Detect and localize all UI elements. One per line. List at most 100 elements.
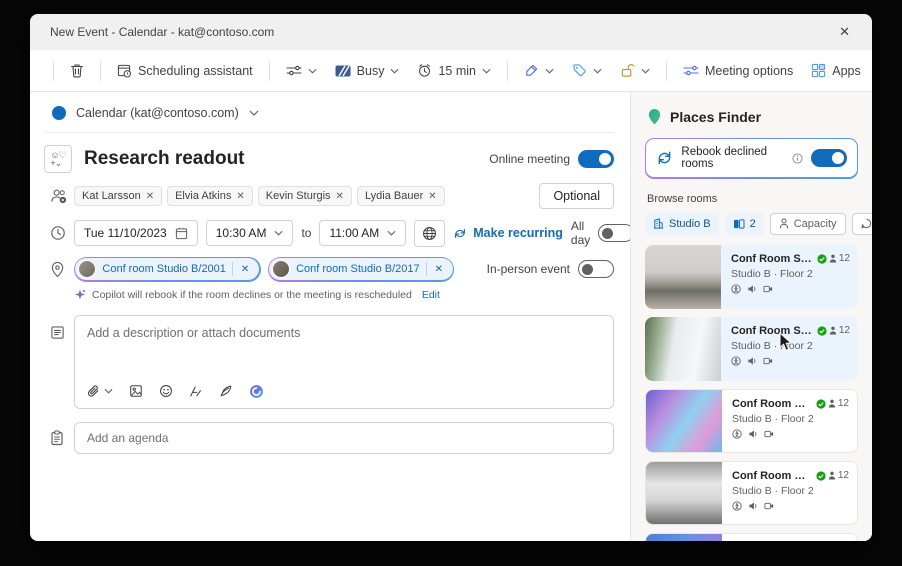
speaker-icon [748,501,758,511]
room-name: Conf Room Studio B/2013 [732,469,812,482]
toolbar-divider [506,60,508,81]
filter-label: Studio B [669,217,711,230]
browse-rooms-label: Browse rooms [647,192,718,205]
date-value: Tue 11/10/2023 [84,226,167,240]
room-card[interactable]: Conf Room Studio B/2013 12 Studio B · Fl… [645,460,858,525]
screen: New Event - Calendar - kat@contoso.com ✕… [0,0,902,566]
categorize-button[interactable] [565,58,609,83]
room-photo [646,389,722,452]
permissions-button[interactable] [613,58,657,83]
room-location: Studio B · Floor 2 [731,267,813,280]
mouse-cursor [779,332,793,352]
room-card[interactable]: Conf Room Studio B/3291 12 [645,532,858,541]
copilot-button[interactable] [249,384,264,399]
attendee-chip[interactable]: Lydia Bauer ✕ [356,186,445,206]
toolbar-divider [665,60,667,81]
scheduling-assistant-button[interactable]: Scheduling assistant [110,58,260,83]
room-location: Studio B · Floor 2 [732,484,814,497]
location-name: Conf room Studio B/2017 [296,263,420,276]
available-check-icon [816,399,826,409]
emoji-button[interactable] [159,384,173,398]
formatting-pen-button[interactable] [189,385,203,398]
to-label: to [301,226,312,240]
online-meeting-toggle[interactable] [578,150,614,168]
room-capacity: 12 [837,470,849,482]
room-filter-bar: Studio B 2 Capacity [645,212,872,235]
location-chip[interactable]: Conf room Studio B/2001 ✕ [74,257,261,282]
insert-image-button[interactable] [129,384,143,398]
location-name: Conf room Studio B/2001 [102,263,226,276]
calendar-selector[interactable]: Calendar (kat@contoso.com) [44,92,614,133]
room-photo [646,533,722,541]
filter-floor[interactable]: 2 [724,212,764,235]
speaker-icon [748,429,758,439]
remove-attendee-icon[interactable]: ✕ [428,191,436,202]
chip-divider [425,262,427,277]
timezone-button[interactable] [414,219,446,247]
room-capacity: 12 [838,325,850,337]
room-card[interactable]: Conf Room Studio B/2001 12 Studio B · Fl… [645,244,858,309]
apps-button[interactable]: Apps [804,58,868,83]
scheduling-assistant-label: Scheduling assistant [138,63,253,78]
remove-attendee-icon[interactable]: ✕ [146,191,154,202]
remove-location-icon[interactable]: ✕ [239,264,251,275]
room-card[interactable]: Conf Room Studio B/2030 12 Studio B · Fl… [645,388,858,453]
in-person-event-toggle[interactable] [578,260,614,279]
event-emoji-picker-button[interactable]: ☺♡ +⌄ [44,145,72,173]
attendee-chip[interactable]: Kat Larsson ✕ [74,186,163,206]
edit-rebook-link[interactable]: Edit [422,289,440,301]
end-time-select[interactable]: 11:00 AM [319,220,407,246]
show-as-busy-button[interactable]: Busy [328,59,407,83]
chevron-down-icon [104,389,113,394]
quill-draft-button[interactable] [219,384,233,398]
reminder-label: 15 min [438,63,476,78]
tag-icon [572,63,587,78]
filter-features[interactable]: Features [851,212,872,235]
places-finder-title: Places Finder [670,109,762,125]
remove-attendee-icon[interactable]: ✕ [236,191,244,202]
places-finder-panel: Places Finder Rebook declined rooms Brow… [630,92,872,541]
filter-building[interactable]: Studio B [645,212,719,235]
trash-icon [70,63,84,78]
filter-label: 2 [749,217,756,230]
all-day-toggle[interactable] [598,224,630,242]
end-time-value: 11:00 AM [329,226,380,240]
accessible-icon [732,429,742,439]
filter-capacity[interactable]: Capacity [769,212,846,235]
reminder-button[interactable]: 15 min [410,58,498,83]
room-capacity: 12 [837,398,849,410]
attach-file-button[interactable] [87,384,113,399]
location-chip[interactable]: Conf room Studio B/2017 ✕ [267,257,455,282]
event-form: Calendar (kat@contoso.com) ☺♡ +⌄ Research… [30,92,630,541]
chevron-down-icon [387,230,396,236]
delete-button[interactable] [63,58,91,83]
remove-location-icon[interactable]: ✕ [433,264,445,275]
lock-open-icon [620,63,635,78]
make-recurring-link[interactable]: Make recurring [453,226,563,240]
accessible-icon [731,284,741,294]
optional-attendees-button[interactable]: Optional [539,183,614,209]
attendee-chip[interactable]: Kevin Sturgis ✕ [257,186,352,206]
busy-status-icon [335,65,351,77]
room-thumbnail [272,260,291,279]
rebook-declined-rooms-toggle[interactable] [810,149,847,168]
response-options-button[interactable] [279,59,324,82]
calendar-icon[interactable] [175,227,188,240]
room-card[interactable]: Conf Room Studio B/2005 12 Studio B · Fl… [645,316,858,381]
close-window-button[interactable]: ✕ [831,22,858,42]
agenda-input[interactable] [74,421,614,454]
apps-grid-icon [811,63,826,78]
sensitivity-button[interactable] [517,58,561,83]
event-title-input[interactable]: Research readout [84,148,477,170]
description-editor [74,314,614,409]
description-input[interactable] [75,315,613,372]
remove-attendee-icon[interactable]: ✕ [336,191,344,202]
attendee-chip[interactable]: Elvia Atkins ✕ [167,186,253,206]
meeting-options-button[interactable]: Meeting options [676,59,800,83]
busy-label: Busy [356,63,385,78]
description-icon [44,315,74,340]
calendar-clock-icon [117,63,132,78]
date-picker-field[interactable]: Tue 11/10/2023 [74,220,198,246]
start-time-select[interactable]: 10:30 AM [205,220,294,246]
info-icon[interactable] [792,153,803,164]
